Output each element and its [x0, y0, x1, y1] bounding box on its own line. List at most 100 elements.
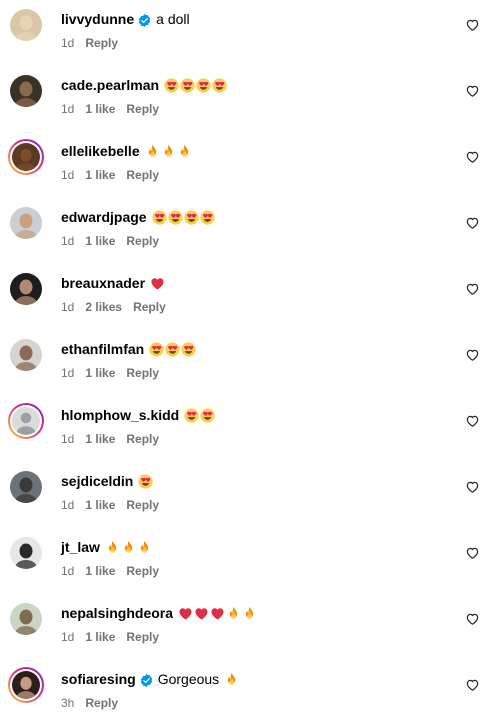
heart-eyes-emoji-icon: [196, 77, 211, 93]
heart-eyes-emoji-icon: [184, 407, 199, 423]
like-count[interactable]: 1 like: [85, 168, 115, 182]
comment-body: livvydunne a doll: [61, 10, 190, 28]
like-heart-icon[interactable]: [466, 216, 479, 229]
heart-eyes-emoji-icon: [200, 407, 215, 423]
avatar[interactable]: [8, 139, 44, 175]
username-link[interactable]: livvydunne: [61, 10, 134, 28]
like-heart-icon[interactable]: [466, 18, 479, 31]
reply-button[interactable]: Reply: [126, 432, 159, 446]
username-link[interactable]: edwardjpage: [61, 208, 147, 226]
verified-badge-icon: [138, 13, 151, 27]
comment-row: breauxnader 1d 2 likes Reply: [0, 262, 488, 328]
comment-emojis: [223, 672, 239, 687]
avatar[interactable]: [8, 73, 44, 109]
like-count[interactable]: 1 like: [85, 630, 115, 644]
username-link[interactable]: hlomphow_s.kidd: [61, 406, 179, 424]
heart-eyes-emoji-icon: [199, 209, 215, 225]
comment-row: nepalsinghdeora 1d 1 like Reply: [0, 592, 488, 658]
reply-button[interactable]: Reply: [126, 168, 159, 182]
comment-row: edwardjpage 1d 1 like Reply: [0, 196, 488, 262]
like-heart-icon[interactable]: [466, 480, 479, 493]
username-link[interactable]: ethanfilmfan: [61, 340, 144, 358]
like-count[interactable]: 1 like: [85, 102, 115, 116]
reply-button[interactable]: Reply: [85, 696, 118, 710]
like-count[interactable]: 1 like: [85, 366, 115, 380]
fire-emoji-icon: [224, 672, 239, 687]
username-link[interactable]: sejdiceldin: [61, 472, 133, 490]
avatar[interactable]: [8, 7, 44, 43]
comment-row: hlomphow_s.kidd 1d 1 like Reply: [0, 394, 488, 460]
heart-eyes-emoji-icon: [167, 209, 183, 225]
timestamp[interactable]: 1d: [61, 102, 74, 116]
like-count[interactable]: 1 like: [85, 564, 115, 578]
comment-meta: 1d 1 like Reply: [61, 168, 170, 182]
heart-eyes-emoji-icon: [151, 209, 167, 225]
like-heart-icon[interactable]: [466, 414, 479, 427]
fire-emoji-icon: [226, 606, 241, 621]
comment-row: ellelikebelle 1d 1 like Reply: [0, 130, 488, 196]
heart-eyes-emoji-icon: [180, 77, 195, 93]
avatar[interactable]: [8, 535, 44, 571]
comment-body: breauxnader: [61, 274, 165, 292]
username-link[interactable]: breauxnader: [61, 274, 145, 292]
comment-emojis: [163, 77, 227, 93]
avatar[interactable]: [8, 601, 44, 637]
reply-button[interactable]: Reply: [126, 234, 159, 248]
timestamp[interactable]: 1d: [61, 630, 74, 644]
like-heart-icon[interactable]: [466, 612, 479, 625]
timestamp[interactable]: 1d: [61, 432, 74, 446]
comment-emojis: [144, 144, 192, 159]
timestamp[interactable]: 1d: [61, 300, 74, 314]
profile-picture: [10, 207, 42, 239]
username-link[interactable]: cade.pearlman: [61, 76, 159, 94]
timestamp[interactable]: 1d: [61, 168, 74, 182]
timestamp[interactable]: 3h: [61, 696, 74, 710]
like-heart-icon[interactable]: [466, 282, 479, 295]
timestamp[interactable]: 1d: [61, 564, 74, 578]
comment-row: sofiaresing Gorgeous 3h Reply: [0, 658, 488, 721]
comment-emojis: [148, 341, 196, 357]
avatar[interactable]: [8, 271, 44, 307]
reply-button[interactable]: Reply: [126, 498, 159, 512]
username-link[interactable]: ellelikebelle: [61, 142, 140, 160]
comment-body: ethanfilmfan: [61, 340, 196, 358]
timestamp[interactable]: 1d: [61, 36, 74, 50]
comment-meta: 1d 1 like Reply: [61, 498, 170, 512]
avatar[interactable]: [8, 205, 44, 241]
like-count[interactable]: 1 like: [85, 432, 115, 446]
like-count[interactable]: 1 like: [85, 234, 115, 248]
avatar[interactable]: [8, 337, 44, 373]
profile-picture: [10, 75, 42, 107]
comment-emojis: [177, 606, 257, 621]
comment-row: jt_law 1d 1 like Reply: [0, 526, 488, 592]
avatar[interactable]: [8, 667, 44, 703]
timestamp[interactable]: 1d: [61, 234, 74, 248]
reply-button[interactable]: Reply: [126, 630, 159, 644]
like-heart-icon[interactable]: [466, 546, 479, 559]
like-count[interactable]: 1 like: [85, 498, 115, 512]
reply-button[interactable]: Reply: [126, 366, 159, 380]
like-heart-icon[interactable]: [466, 150, 479, 163]
timestamp[interactable]: 1d: [61, 366, 74, 380]
fire-emoji-icon: [242, 606, 257, 621]
timestamp[interactable]: 1d: [61, 498, 74, 512]
comment-body: hlomphow_s.kidd: [61, 406, 215, 424]
reply-button[interactable]: Reply: [85, 36, 118, 50]
red-heart-emoji-icon: [194, 606, 209, 621]
like-heart-icon[interactable]: [466, 678, 479, 691]
username-link[interactable]: jt_law: [61, 538, 100, 556]
avatar[interactable]: [8, 403, 44, 439]
comment-emojis: [149, 276, 165, 291]
username-link[interactable]: sofiaresing: [61, 670, 136, 688]
avatar[interactable]: [8, 469, 44, 505]
reply-button[interactable]: Reply: [126, 102, 159, 116]
comment-text: Gorgeous: [157, 671, 220, 687]
comment-meta: 1d 1 like Reply: [61, 366, 170, 380]
reply-button[interactable]: Reply: [133, 300, 166, 314]
like-heart-icon[interactable]: [466, 84, 479, 97]
reply-button[interactable]: Reply: [126, 564, 159, 578]
username-link[interactable]: nepalsinghdeora: [61, 604, 173, 622]
profile-picture: [10, 9, 42, 41]
like-count[interactable]: 2 likes: [85, 300, 122, 314]
like-heart-icon[interactable]: [466, 348, 479, 361]
